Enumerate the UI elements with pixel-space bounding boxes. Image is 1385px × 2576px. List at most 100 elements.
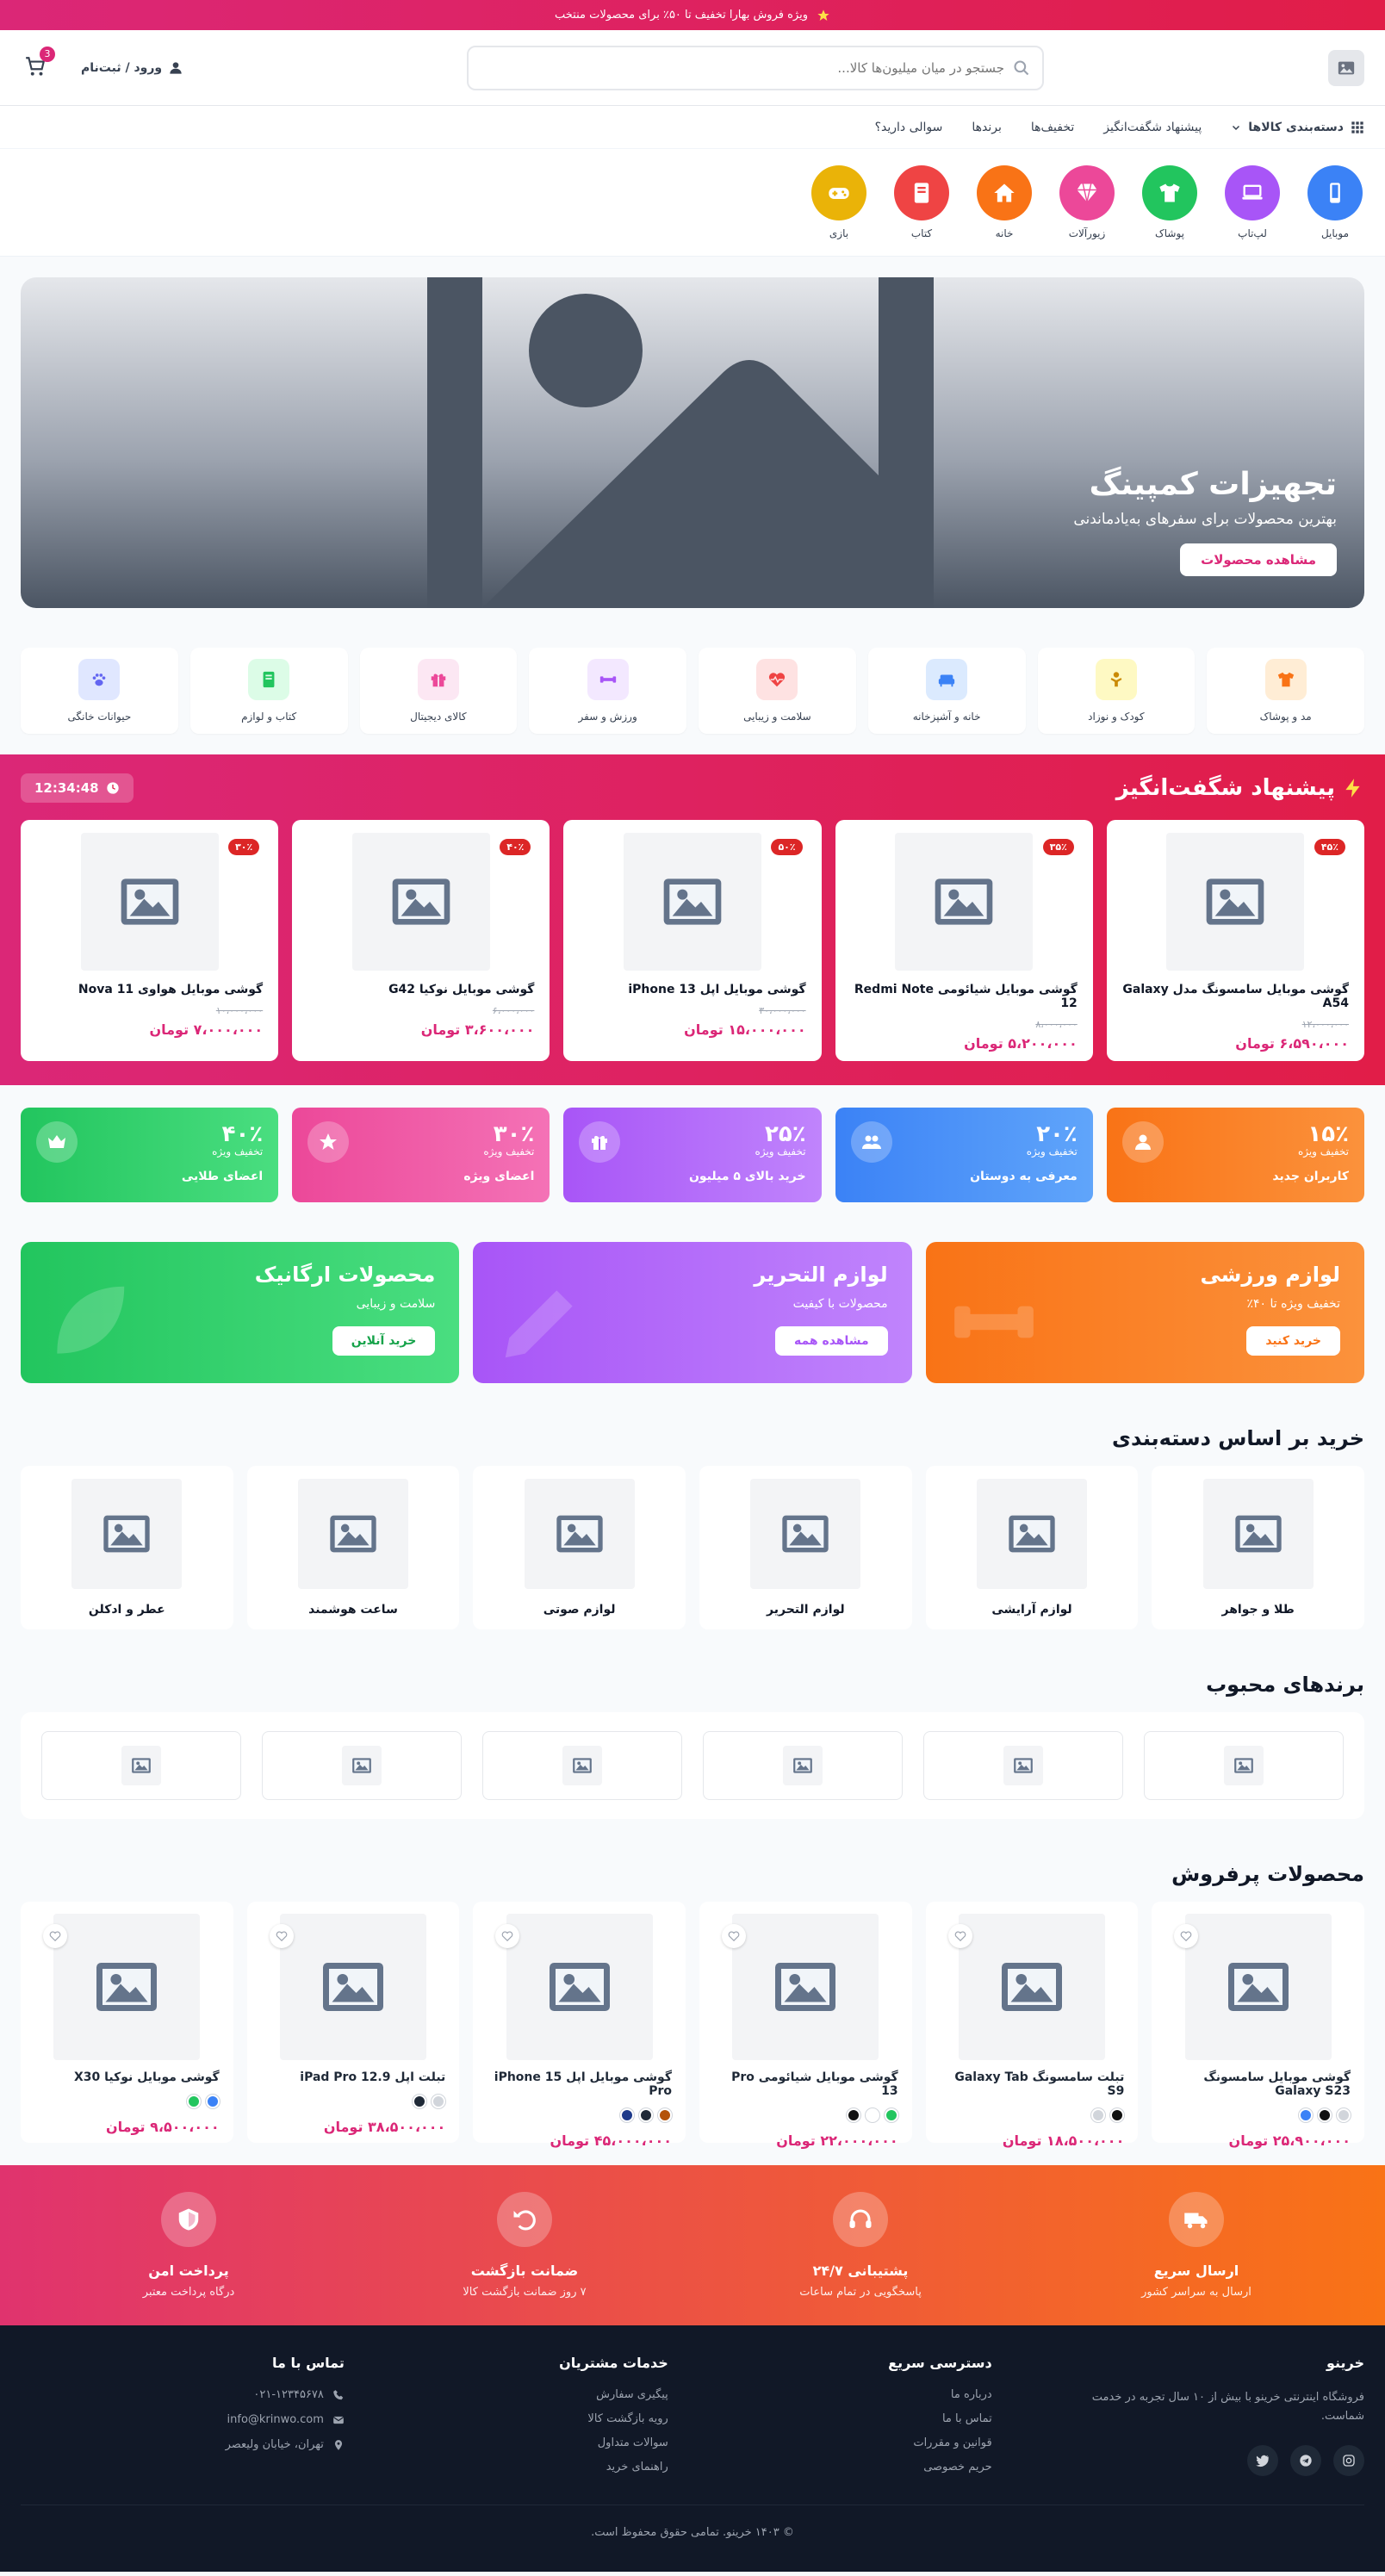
promo-banner-2[interactable]: محصولات ارگانیک سلامت و زیبایی خرید آنلا… (21, 1242, 460, 1383)
coupon-card-1[interactable]: ۲۰٪ تخفیف ویژه معرفی به دوستان (835, 1108, 1093, 1202)
category-tile-4[interactable]: ورزش و سفر (529, 648, 686, 734)
brand-logo[interactable] (262, 1731, 462, 1800)
shop-category-card[interactable]: لوازم التحریر (699, 1466, 912, 1629)
color-swatch[interactable] (1110, 2108, 1125, 2122)
promo-banner-0[interactable]: لوازم ورزشی تخفیف ویژه تا ۴۰٪ خرید کنید (925, 1242, 1364, 1383)
color-swatch[interactable] (638, 2108, 653, 2122)
flash-product-card[interactable]: ۴۵٪ گوشی موبایل سامسونگ مدل Galaxy A54 ۱… (1106, 820, 1364, 1061)
twitter-icon[interactable] (1247, 2445, 1278, 2476)
color-swatch[interactable] (1337, 2108, 1351, 2122)
brand-logo[interactable] (482, 1731, 682, 1800)
feature-subtitle: پاسخگویی در تمام ساعات (799, 2286, 922, 2299)
brand-logo[interactable] (703, 1731, 903, 1800)
product-image (279, 1914, 426, 2060)
shop-category-card[interactable]: لوازم صوتی (473, 1466, 686, 1629)
story-4[interactable]: خانه (975, 165, 1034, 239)
flash-product-card[interactable]: ۳۰٪ گوشی موبایل هواوی Nova 11 ۱۰،۰۰۰،۰۰۰… (20, 820, 279, 1061)
color-swatch[interactable] (657, 2108, 672, 2122)
promo-cta-button[interactable]: مشاهده همه (774, 1326, 888, 1356)
brand-logo[interactable] (1144, 1731, 1344, 1800)
heart-icon[interactable] (947, 1924, 972, 1948)
bestseller-card[interactable]: تبلت اپل iPad Pro 12.9 ۳۸،۵۰۰،۰۰۰ تومان (246, 1902, 460, 2143)
category-tile-0[interactable]: مد و پوشاک (1207, 648, 1364, 734)
color-swatch[interactable] (846, 2108, 860, 2122)
contact-email[interactable]: info@krinwo.com (21, 2413, 345, 2426)
heart-icon[interactable] (269, 1924, 294, 1948)
shop-category-card[interactable]: طلا و جواهر (1152, 1466, 1364, 1629)
search-input[interactable] (481, 59, 1005, 76)
bestseller-card[interactable]: گوشی موبایل سامسونگ Galaxy S23 ۲۵،۹۰۰،۰۰… (1152, 1902, 1364, 2149)
footer-link[interactable]: تماس با ما (668, 2412, 992, 2425)
hero-banner[interactable]: تجهیزات کمپینگ بهترین محصولات برای سفرها… (21, 277, 1364, 608)
category-tile-3[interactable]: سلامت و زیبایی (699, 648, 856, 734)
color-swatch[interactable] (865, 2108, 879, 2122)
footer-link[interactable]: راهنمای خرید (345, 2461, 668, 2474)
story-1[interactable]: لپ‌تاپ (1223, 165, 1282, 239)
story-5[interactable]: کتاب (892, 165, 951, 239)
heart-icon[interactable] (721, 1924, 746, 1948)
brand-logo[interactable] (923, 1731, 1123, 1800)
coupon-card-0[interactable]: ۱۵٪ تخفیف ویژه کاربران جدید (1106, 1108, 1364, 1202)
telegram-icon[interactable] (1290, 2445, 1321, 2476)
color-swatch[interactable] (205, 2095, 220, 2108)
bestseller-card[interactable]: گوشی موبایل اپل iPhone 15 Pro ۴۵،۰۰۰،۰۰۰… (473, 1902, 686, 2149)
nav-item-amazing[interactable]: پیشنهاد شگفت‌انگیز (1103, 121, 1202, 134)
promo-cta-button[interactable]: خرید کنید (1246, 1326, 1340, 1356)
image-placeholder-icon (1234, 1758, 1253, 1773)
contact-phone[interactable]: ۰۲۱-۱۲۳۴۵۶۷۸ (21, 2388, 345, 2401)
footer-link[interactable]: درباره ما (668, 2388, 992, 2401)
brand-logo[interactable] (41, 1731, 241, 1800)
color-swatch[interactable] (1318, 2108, 1332, 2122)
nav-categories[interactable]: دسته‌بندی کالاها (1231, 121, 1364, 134)
instagram-icon[interactable] (1333, 2445, 1364, 2476)
color-swatch[interactable] (1299, 2108, 1313, 2122)
footer-link[interactable]: پیگیری سفارش (345, 2388, 668, 2401)
footer-link[interactable]: قوانین و مقررات (668, 2436, 991, 2449)
flash-product-card[interactable]: ۵۰٪ گوشی موبایل اپل iPhone 13 ۳۰،۰۰۰،۰۰۰… (563, 820, 822, 1061)
heart-icon[interactable] (42, 1924, 67, 1948)
story-3[interactable]: زیورآلات (1058, 165, 1116, 239)
bestseller-card[interactable]: گوشی موبایل شیائومی Pro 13 ۲۲،۰۰۰،۰۰۰ تو… (699, 1902, 912, 2149)
coupon-card-2[interactable]: ۲۵٪ تخفیف ویژه خرید بالای ۵ میلیون (563, 1108, 822, 1202)
category-tile-7[interactable]: حیوانات خانگی (21, 648, 178, 734)
search-icon[interactable] (1013, 59, 1030, 77)
color-swatch[interactable] (413, 2095, 427, 2108)
promo-banner-1[interactable]: لوازم التحریر محصولات با کیفیت مشاهده هم… (473, 1242, 912, 1383)
laptop-icon (1242, 184, 1263, 200)
promo-cta-button[interactable]: خرید آنلاین (332, 1326, 436, 1356)
color-swatch[interactable] (1091, 2108, 1106, 2122)
category-tile-6[interactable]: کتاب و لوازم (189, 648, 348, 734)
story-6[interactable]: بازی (810, 165, 868, 239)
shop-category-card[interactable]: ساعت هوشمند (246, 1466, 460, 1629)
bestseller-card[interactable]: گوشی موبایل نوکیا X30 ۹،۵۰۰،۰۰۰ تومان (20, 1902, 233, 2143)
tile-icon-box (587, 659, 629, 700)
login-link[interactable]: ورود / ثبت‌نام (81, 61, 183, 75)
color-swatch[interactable] (619, 2108, 634, 2122)
footer-link[interactable]: سوالات متداول (345, 2436, 668, 2449)
cart-button[interactable]: 3 (21, 46, 56, 81)
color-swatch[interactable] (884, 2108, 898, 2122)
category-tile-1[interactable]: کودک و نوزاد (1037, 648, 1196, 734)
story-2[interactable]: پوشاک (1140, 165, 1199, 239)
story-0[interactable]: موبایل (1306, 165, 1364, 239)
footer-link[interactable]: حریم خصوصی (668, 2461, 992, 2474)
coupon-card-3[interactable]: ۳۰٪ تخفیف ویژه اعضای ویژه (292, 1108, 550, 1202)
footer-link[interactable]: رویه بازگشت کالا (345, 2412, 668, 2425)
category-tile-2[interactable]: خانه و آشپزخانه (867, 648, 1026, 734)
hero-cta-button[interactable]: مشاهده محصولات (1180, 543, 1337, 576)
leaf-icon (57, 1286, 125, 1354)
color-swatch[interactable] (186, 2095, 201, 2108)
shop-category-card[interactable]: لوازم آرایشی (925, 1466, 1139, 1629)
category-tile-5[interactable]: کالای دیجیتال (359, 648, 518, 734)
flash-product-card[interactable]: ۳۵٪ گوشی موبایل شیائومی Redmi Note 12 ۸،… (835, 820, 1093, 1061)
flash-product-card[interactable]: ۴۰٪ گوشی موبایل نوکیا G42 ۶،۰۰۰،۰۰۰ ۳،۶۰… (292, 820, 550, 1061)
bestseller-card[interactable]: تبلت سامسونگ Galaxy Tab S9 ۱۸،۵۰۰،۰۰۰ تو… (925, 1902, 1139, 2149)
nav-item-faq[interactable]: سوالی دارید؟ (875, 121, 943, 134)
nav-item-discounts[interactable]: تخفیف‌ها (1031, 121, 1074, 134)
logo[interactable] (1328, 49, 1364, 86)
color-swatch[interactable] (432, 2095, 446, 2108)
search-box[interactable] (467, 45, 1045, 90)
shop-category-card[interactable]: عطر و ادکلن (20, 1466, 233, 1629)
nav-item-brands[interactable]: برندها (972, 121, 1002, 134)
coupon-card-4[interactable]: ۴۰٪ تخفیف ویژه اعضای طلایی (20, 1108, 279, 1202)
